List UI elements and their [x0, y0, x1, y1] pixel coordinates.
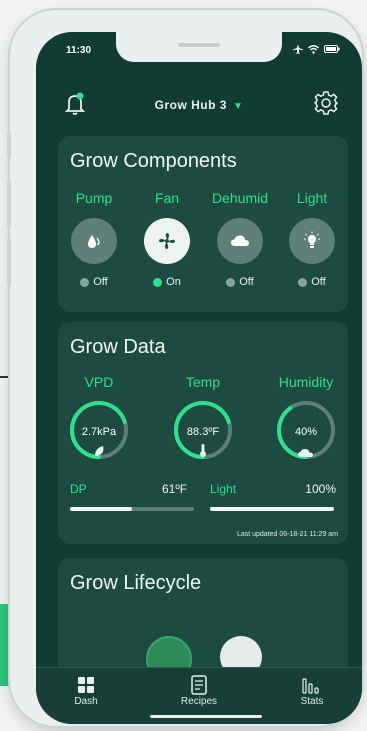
hub-title: Grow Hub 3: [154, 98, 227, 112]
state-label: Off: [311, 276, 326, 288]
light-bar-fill: [210, 507, 334, 511]
component-light: Light Off: [276, 190, 348, 288]
cloud-icon: [231, 235, 249, 246]
state-label: On: [166, 276, 181, 288]
grow-data-title: Grow Data: [70, 336, 166, 358]
component-label: Pump: [75, 190, 113, 206]
tab-recipes[interactable]: Recipes: [169, 674, 229, 707]
component-label: Dehumid: [211, 190, 269, 206]
check-icon: [153, 277, 163, 287]
off-indicator-icon: [226, 277, 236, 287]
dropdown-caret-icon: ▼: [232, 101, 244, 112]
tab-label: Recipes: [180, 696, 218, 707]
humidity-gauge: Humidity 40%: [266, 374, 346, 462]
vpd-gauge: VPD 2.7kPa: [64, 374, 134, 462]
light-bar: [210, 507, 334, 511]
dp-bar: [70, 507, 194, 511]
volume-down-button: [7, 238, 11, 286]
cloud-icon: [298, 449, 313, 457]
home-indicator: [150, 715, 262, 718]
leaf-icon: [95, 446, 104, 456]
gear-icon[interactable]: [314, 91, 338, 115]
fan-toggle[interactable]: [144, 218, 190, 264]
wifi-icon: [308, 44, 319, 54]
gauge-label: Humidity: [278, 374, 334, 390]
grow-components-card: Grow Components Pump Off Fan On Dehumid: [58, 136, 348, 312]
dp-label: DP: [70, 482, 87, 496]
droplet-icon: [88, 235, 100, 248]
airplane-icon: [293, 44, 303, 54]
app-screen: 11:30 Grow Hub 3 ▼ Grow Components Pump …: [36, 32, 362, 724]
tab-stats[interactable]: Stats: [282, 674, 342, 707]
fan-state: On: [131, 276, 203, 288]
component-pump: Pump Off: [58, 190, 130, 288]
notch: [116, 32, 282, 62]
gauge-value: 2.7kPa: [81, 426, 117, 438]
speaker: [178, 43, 220, 47]
battery-icon: [324, 45, 340, 53]
grow-lifecycle-title: Grow Lifecycle: [70, 572, 202, 594]
pump-state: Off: [58, 276, 130, 288]
app-header: Grow Hub 3 ▼: [36, 84, 362, 128]
dehumid-state: Off: [204, 276, 276, 288]
tab-bar: Dash Recipes Stats: [36, 667, 362, 724]
document-icon: [191, 675, 207, 695]
grid-icon: [78, 677, 94, 693]
dp-bar-fill: [70, 507, 132, 511]
light-state: Off: [276, 276, 348, 288]
light-toggle[interactable]: [289, 218, 335, 264]
state-label: Off: [239, 276, 254, 288]
off-indicator-icon: [298, 277, 308, 287]
component-fan: Fan On: [131, 190, 203, 288]
last-updated: Last updated 06-18-21 11:29 am: [236, 531, 338, 538]
light-value: 100%: [305, 482, 336, 496]
dehumid-toggle[interactable]: [217, 218, 263, 264]
grow-components-title: Grow Components: [70, 150, 237, 172]
component-dehumid: Dehumid Off: [204, 190, 276, 288]
bar-chart-icon: [302, 678, 319, 694]
component-label: Fan: [154, 190, 180, 206]
tab-label: Dash: [74, 696, 98, 707]
tab-label: Stats: [300, 696, 324, 707]
status-time: 11:30: [66, 45, 92, 56]
phone-frame: 11:30 Grow Hub 3 ▼ Grow Components Pump …: [7, 10, 362, 726]
component-label: Light: [296, 190, 328, 206]
dp-value: 61ºF: [162, 482, 188, 496]
lightbulb-icon: [304, 231, 320, 248]
gauge-label: VPD: [84, 374, 114, 390]
pump-toggle[interactable]: [71, 218, 117, 264]
state-label: Off: [93, 276, 108, 288]
tab-dash[interactable]: Dash: [56, 674, 116, 707]
off-indicator-icon: [80, 277, 90, 287]
thermometer-icon: [200, 444, 206, 457]
fan-icon: [159, 233, 175, 249]
gauge-value: 88.3ºF: [186, 426, 220, 438]
light-label: Light: [210, 482, 237, 496]
temp-gauge: Temp 88.3ºF: [168, 374, 238, 462]
gauge-label: Temp: [185, 374, 221, 390]
status-icons: [293, 44, 340, 54]
grow-data-card: Grow Data VPD 2.7kPa Temp 88.3ºF Humidit…: [58, 322, 348, 544]
gauge-value: 40%: [294, 426, 318, 438]
volume-up-button: [7, 180, 11, 228]
mute-switch: [7, 132, 11, 158]
